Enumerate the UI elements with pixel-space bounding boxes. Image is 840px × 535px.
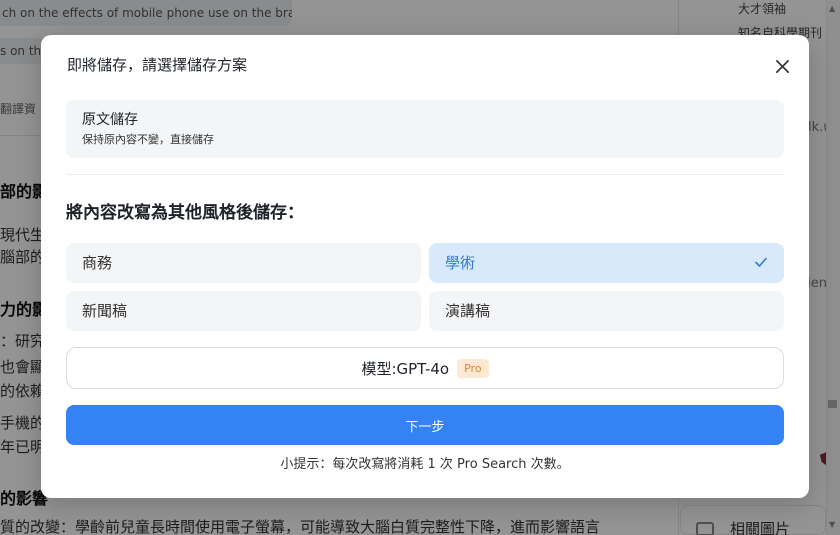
- save-original-option[interactable]: 原文儲存 保持原內容不變，直接儲存: [66, 100, 784, 158]
- model-label: 模型:GPT-4o: [361, 359, 450, 378]
- next-step-button[interactable]: 下一步: [66, 405, 784, 445]
- style-option-label: 演講稿: [445, 302, 491, 320]
- style-option-label: 學術: [445, 254, 476, 272]
- style-option-label: 商務: [82, 254, 113, 272]
- style-option-speech[interactable]: 演講稿: [429, 291, 784, 331]
- close-icon: [775, 59, 789, 73]
- style-option-press-release[interactable]: 新聞稿: [66, 291, 421, 331]
- save-options-dialog: 即將儲存，請選擇儲存方案 原文儲存 保持原內容不變，直接儲存 將內容改寫為其他風…: [41, 35, 809, 498]
- rewrite-heading: 將內容改寫為其他風格後儲存：: [66, 203, 304, 223]
- style-option-label: 新聞稿: [82, 302, 128, 320]
- model-selector[interactable]: 模型:GPT-4o Pro: [66, 347, 784, 389]
- next-step-label: 下一步: [405, 419, 445, 435]
- save-original-subtitle: 保持原內容不變，直接儲存: [82, 133, 214, 146]
- dialog-title: 即將儲存，請選擇儲存方案: [67, 56, 248, 74]
- style-option-business[interactable]: 商務: [66, 243, 421, 283]
- save-original-title: 原文儲存: [82, 112, 138, 128]
- divider: [66, 174, 784, 175]
- pro-badge: Pro: [457, 358, 489, 378]
- style-option-academic[interactable]: 學術: [429, 243, 784, 283]
- hint-text: 小提示：每次改寫將消耗 1 次 Pro Search 次數。: [280, 457, 570, 472]
- close-button[interactable]: [769, 53, 795, 79]
- checkmark-icon: [755, 257, 767, 267]
